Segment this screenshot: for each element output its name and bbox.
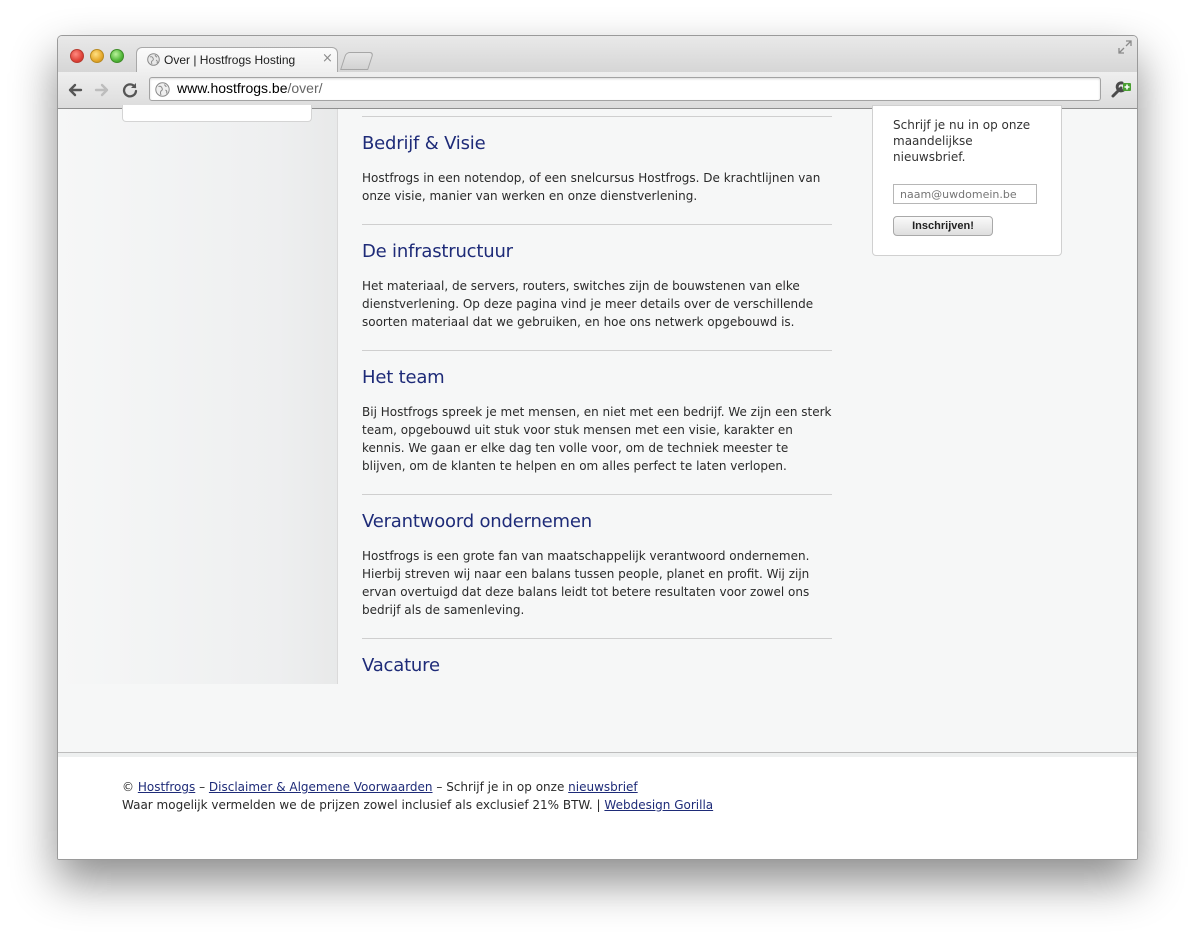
section-divider xyxy=(362,350,832,351)
footer-separator: – xyxy=(436,780,443,794)
page-viewport[interactable]: Bedrijf & Visie Hostfrogs in een notendo… xyxy=(58,105,1137,859)
webdesign-link[interactable]: Webdesign Gorilla xyxy=(604,798,713,812)
section-vacature: Vacature xyxy=(362,655,832,676)
section-heading[interactable]: Vacature xyxy=(362,655,832,676)
url-host: www.hostfrogs.be xyxy=(177,80,288,96)
browser-window: Over | Hostfrogs Hosting × www.hostfrogs… xyxy=(57,35,1138,860)
section-het-team: Het team Bij Hostfrogs spreek je met men… xyxy=(362,367,832,475)
tab-over-hostfrogs[interactable]: Over | Hostfrogs Hosting × xyxy=(136,47,338,73)
section-text: Bij Hostfrogs spreek je met mensen, en n… xyxy=(362,405,832,473)
section-infrastructuur: De infrastructuur Het materiaal, de serv… xyxy=(362,241,832,331)
tab-bar: Over | Hostfrogs Hosting × xyxy=(58,36,1137,73)
url-text: www.hostfrogs.be/over/ xyxy=(177,80,323,96)
newsletter-text: Schrijf je nu in op onze maandelijkse ni… xyxy=(893,118,1031,164)
footer-line-2: Waar mogelijk vermelden we de prijzen zo… xyxy=(122,798,713,812)
minimize-window-button[interactable] xyxy=(90,49,104,63)
footer-line-1: © Hostfrogs – Disclaimer & Algemene Voor… xyxy=(122,780,638,794)
footer-top-strip xyxy=(58,753,1137,757)
section-text: Hostfrogs is een grote fan van maatschap… xyxy=(362,549,810,617)
forward-arrow-icon[interactable] xyxy=(92,80,112,100)
newsletter-link[interactable]: nieuwsbrief xyxy=(568,780,638,794)
section-divider xyxy=(362,638,832,639)
back-arrow-icon[interactable] xyxy=(65,80,85,100)
section-divider xyxy=(362,224,832,225)
section-divider xyxy=(362,116,832,117)
globe-icon xyxy=(147,53,160,66)
wrench-icon[interactable] xyxy=(1110,79,1132,99)
section-heading[interactable]: De infrastructuur xyxy=(362,241,832,262)
browser-toolbar: www.hostfrogs.be/over/ xyxy=(58,72,1137,109)
address-bar[interactable]: www.hostfrogs.be/over/ xyxy=(149,77,1101,101)
vat-text: Waar mogelijk vermelden we de prijzen zo… xyxy=(122,798,593,812)
section-heading[interactable]: Verantwoord ondernemen xyxy=(362,511,832,532)
section-verantwoord-ondernemen: Verantwoord ondernemen Hostfrogs is een … xyxy=(362,511,832,619)
main-content: Bedrijf & Visie Hostfrogs in een notendo… xyxy=(362,109,832,676)
footer: © Hostfrogs – Disclaimer & Algemene Voor… xyxy=(58,752,1137,859)
globe-icon xyxy=(155,82,170,97)
left-column-background xyxy=(58,109,338,684)
zoom-window-button[interactable] xyxy=(110,49,124,63)
subscribe-text: Schrijf je in op onze xyxy=(446,780,565,794)
footer-pipe: | xyxy=(596,798,601,812)
disclaimer-link[interactable]: Disclaimer & Algemene Voorwaarden xyxy=(209,780,433,794)
section-heading[interactable]: Bedrijf & Visie xyxy=(362,133,832,154)
footer-separator: – xyxy=(199,780,206,794)
hostfrogs-link[interactable]: Hostfrogs xyxy=(138,780,195,794)
newsletter-box: Schrijf je nu in op onze maandelijkse ni… xyxy=(872,105,1062,256)
section-bedrijf-visie: Bedrijf & Visie Hostfrogs in een notendo… xyxy=(362,133,832,205)
subscribe-button[interactable]: Inschrijven! xyxy=(893,216,993,236)
left-sidebar-box xyxy=(122,105,312,122)
section-heading[interactable]: Het team xyxy=(362,367,832,388)
reload-icon[interactable] xyxy=(120,80,140,100)
section-divider xyxy=(362,494,832,495)
close-window-button[interactable] xyxy=(70,49,84,63)
new-tab-button[interactable] xyxy=(340,52,374,70)
newsletter-email-input[interactable] xyxy=(893,184,1037,204)
section-text: Het materiaal, de servers, routers, swit… xyxy=(362,279,814,329)
section-text: Hostfrogs in een notendop, of een snelcu… xyxy=(362,171,821,203)
content-separator xyxy=(337,109,338,684)
copyright-symbol: © xyxy=(122,780,134,794)
tab-close-icon[interactable]: × xyxy=(322,51,333,66)
tab-title: Over | Hostfrogs Hosting xyxy=(164,53,296,67)
fullscreen-icon[interactable] xyxy=(1118,40,1132,54)
url-path: /over/ xyxy=(287,80,323,96)
